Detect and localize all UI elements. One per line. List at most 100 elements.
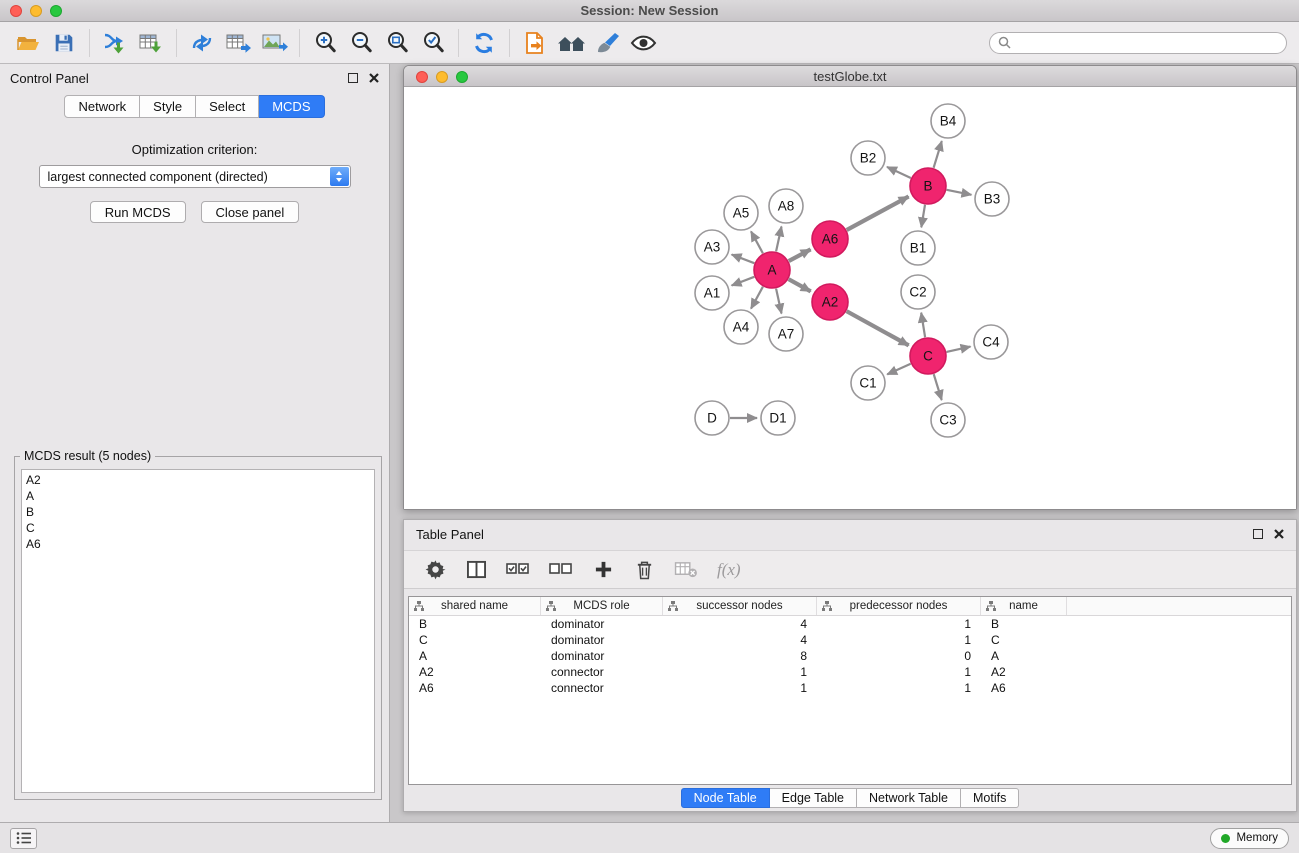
delete-table-button[interactable]	[674, 560, 698, 579]
graph-edge-A-A4[interactable]	[751, 287, 763, 309]
graph-node-A7[interactable]: A7	[769, 317, 803, 351]
network-canvas[interactable]: B4B2BB3A5A8A6B1A3AC2A1A2A4A7C4CC1C3DD1	[404, 87, 1296, 509]
show-graphics-details-button[interactable]	[625, 26, 661, 60]
graph-edge-A-A5[interactable]	[751, 231, 763, 253]
zoom-fit-button[interactable]	[379, 26, 415, 60]
graph-node-C2[interactable]: C2	[901, 275, 935, 309]
show-columns-button[interactable]	[465, 560, 487, 579]
maximize-network-window-button[interactable]	[456, 71, 468, 83]
dropdown-stepper-icon[interactable]	[330, 167, 349, 186]
column-header-name[interactable]: name	[981, 597, 1067, 615]
result-list-item[interactable]: B	[22, 504, 374, 520]
close-table-panel-icon[interactable]	[1274, 529, 1284, 539]
graph-edge-A-A7[interactable]	[776, 289, 781, 314]
tab-edge-table[interactable]: Edge Table	[770, 788, 857, 808]
graph-edge-A6-B[interactable]	[847, 197, 909, 231]
tab-node-table[interactable]: Node Table	[681, 788, 770, 808]
function-builder-button[interactable]: f(x)	[717, 560, 741, 580]
export-document-button[interactable]	[517, 26, 553, 60]
float-table-panel-icon[interactable]	[1253, 529, 1263, 539]
maximize-window-button[interactable]	[50, 5, 62, 17]
window-titlebar[interactable]: Session: New Session	[0, 0, 1299, 22]
minimize-network-window-button[interactable]	[436, 71, 448, 83]
node-table[interactable]: shared nameMCDS rolesuccessor nodesprede…	[408, 596, 1292, 785]
optimization-criterion-dropdown[interactable]: largest connected component (directed)	[39, 165, 351, 188]
table-settings-button[interactable]	[424, 559, 446, 580]
mcds-result-list[interactable]: A2ABCA6	[21, 469, 375, 793]
deselect-all-rows-button[interactable]	[549, 560, 573, 579]
graph-edge-C-C2[interactable]	[921, 313, 925, 338]
column-header-MCDS-role[interactable]: MCDS role	[541, 597, 663, 615]
zoom-selected-button[interactable]	[415, 26, 451, 60]
graph-edge-B-B3[interactable]	[947, 190, 972, 195]
open-session-button[interactable]	[10, 26, 46, 60]
column-header-successor-nodes[interactable]: successor nodes	[663, 597, 817, 615]
tab-network-table[interactable]: Network Table	[857, 788, 961, 808]
graph-edge-A-A2[interactable]	[789, 279, 811, 291]
tab-style[interactable]: Style	[140, 95, 196, 118]
refresh-layout-button[interactable]	[466, 26, 502, 60]
tab-mcds[interactable]: MCDS	[259, 95, 324, 118]
graph-edge-B-B2[interactable]	[887, 167, 911, 178]
network-window-titlebar[interactable]: testGlobe.txt	[404, 66, 1296, 87]
graph-node-D[interactable]: D	[695, 401, 729, 435]
memory-button[interactable]: Memory	[1210, 828, 1289, 849]
graph-edge-C-C3[interactable]	[934, 374, 942, 400]
table-row[interactable]: Cdominator41C	[409, 632, 1291, 648]
minimize-window-button[interactable]	[30, 5, 42, 17]
run-mcds-button[interactable]: Run MCDS	[90, 201, 186, 223]
graph-node-B1[interactable]: B1	[901, 231, 935, 265]
graph-node-C4[interactable]: C4	[974, 325, 1008, 359]
graph-edge-B-B4[interactable]	[934, 141, 942, 168]
import-table-button[interactable]	[133, 26, 169, 60]
result-list-item[interactable]: A2	[22, 472, 374, 488]
float-panel-icon[interactable]	[348, 73, 358, 83]
graph-node-A4[interactable]: A4	[724, 310, 758, 344]
graph-node-A5[interactable]: A5	[724, 196, 758, 230]
graph-node-C1[interactable]: C1	[851, 366, 885, 400]
graph-edge-A-A1[interactable]	[732, 277, 755, 286]
graph-edge-A-A6[interactable]	[789, 249, 811, 261]
graph-edge-C-C1[interactable]	[887, 364, 911, 375]
graph-edge-B-B1[interactable]	[921, 205, 925, 228]
graph-node-A6[interactable]: A6	[812, 221, 848, 257]
table-row[interactable]: A6connector11A6	[409, 680, 1291, 696]
tab-network[interactable]: Network	[64, 95, 140, 118]
graph-node-A3[interactable]: A3	[695, 230, 729, 264]
table-row[interactable]: Bdominator41B	[409, 616, 1291, 632]
save-session-button[interactable]	[46, 26, 82, 60]
close-panel-icon[interactable]	[369, 73, 379, 83]
close-window-button[interactable]	[10, 5, 22, 17]
result-list-item[interactable]: A	[22, 488, 374, 504]
graph-node-C[interactable]: C	[910, 338, 946, 374]
graph-node-B3[interactable]: B3	[975, 182, 1009, 216]
result-list-item[interactable]: A6	[22, 536, 374, 552]
search-input[interactable]	[1016, 36, 1278, 50]
export-image-button[interactable]	[256, 26, 292, 60]
graph-node-B4[interactable]: B4	[931, 104, 965, 138]
graph-node-A2[interactable]: A2	[812, 284, 848, 320]
zoom-in-button[interactable]	[307, 26, 343, 60]
table-row[interactable]: Adominator80A	[409, 648, 1291, 664]
export-network-button[interactable]	[184, 26, 220, 60]
delete-column-button[interactable]	[633, 559, 655, 580]
graph-edge-A2-C[interactable]	[847, 311, 909, 345]
home-button[interactable]	[553, 26, 589, 60]
table-row[interactable]: A2connector11A2	[409, 664, 1291, 680]
close-network-window-button[interactable]	[416, 71, 428, 83]
graph-edge-C-C4[interactable]	[947, 347, 971, 352]
zoom-out-button[interactable]	[343, 26, 379, 60]
tab-motifs[interactable]: Motifs	[961, 788, 1019, 808]
tab-select[interactable]: Select	[196, 95, 259, 118]
graph-node-C3[interactable]: C3	[931, 403, 965, 437]
graph-node-A1[interactable]: A1	[695, 276, 729, 310]
style-brush-button[interactable]	[589, 26, 625, 60]
graph-edge-A-A3[interactable]	[732, 255, 755, 264]
search-box[interactable]	[989, 32, 1287, 54]
result-list-item[interactable]: C	[22, 520, 374, 536]
import-network-button[interactable]	[97, 26, 133, 60]
task-history-button[interactable]	[10, 828, 37, 849]
select-all-rows-button[interactable]	[506, 560, 530, 579]
graph-node-A8[interactable]: A8	[769, 189, 803, 223]
graph-node-D1[interactable]: D1	[761, 401, 795, 435]
